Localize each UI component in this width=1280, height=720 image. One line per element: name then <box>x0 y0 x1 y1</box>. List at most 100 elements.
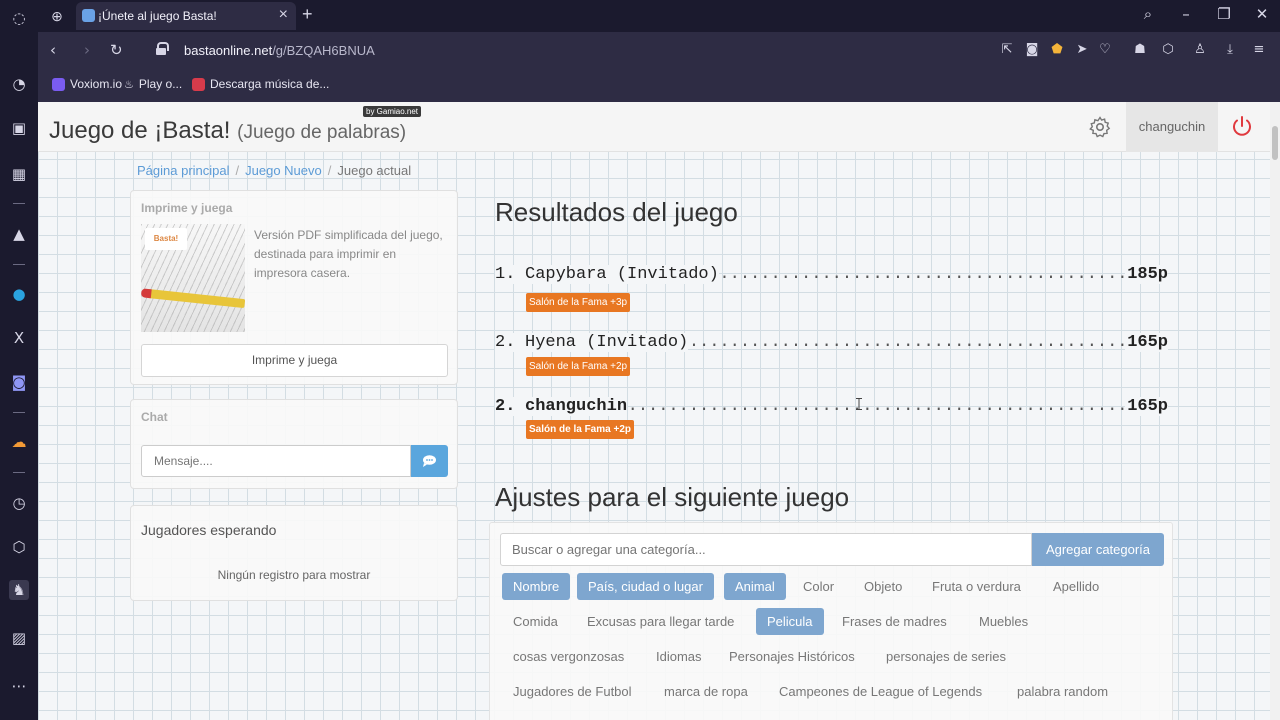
result-line: ........................................… <box>495 265 1168 284</box>
soundcloud-icon[interactable]: ☁ <box>9 432 29 452</box>
category-chip[interactable]: marca de ropa <box>653 678 759 705</box>
page-title[interactable]: Juego de ¡Basta! (Juego de palabras) <box>49 117 406 145</box>
add-category-button[interactable]: Agregar categoría <box>1032 533 1164 566</box>
gear-icon[interactable] <box>1088 115 1112 139</box>
cube-icon[interactable]: ⬡ <box>9 537 29 557</box>
settings-panel: Agregar categoría Nombre País, ciudad o … <box>489 522 1173 720</box>
telegram-icon[interactable]: ● <box>9 284 29 304</box>
share-icon[interactable]: ⇱ <box>998 42 1016 57</box>
category-chip[interactable]: Personajes Históricos <box>718 643 866 670</box>
category-chip[interactable]: palabra random <box>1006 678 1119 705</box>
new-tab-icon[interactable]: + <box>302 4 313 25</box>
category-chip[interactable]: País, ciudad o lugar <box>577 573 714 600</box>
tab-title: ¡Únete al juego Basta! <box>98 9 217 23</box>
extension-icon[interactable]: ▦ <box>9 164 29 184</box>
category-chip[interactable]: Objeto <box>853 573 913 600</box>
waiting-panel: Jugadores esperando Ningún registro para… <box>130 505 458 601</box>
bookmark-play[interactable]: ♨ Play o... <box>124 77 182 91</box>
voxiom-icon <box>52 77 65 91</box>
menu-icon[interactable]: ≡ <box>1250 42 1268 57</box>
category-chip[interactable]: Idiomas <box>645 643 713 670</box>
bookmark-descarga[interactable]: Descarga música de... <box>192 77 329 91</box>
bookmark-label: Descarga música de... <box>210 77 330 91</box>
fame-badge: Salón de la Fama +3p <box>526 293 631 312</box>
gamepad-icon[interactable]: ⊕ <box>46 6 68 26</box>
category-chip[interactable]: Apellido <box>1042 573 1110 600</box>
category-chip[interactable]: Frases de madres <box>831 608 958 635</box>
category-chip[interactable]: Fruta o verdura <box>921 573 1032 600</box>
minimize-icon[interactable]: – <box>1176 5 1196 23</box>
result-name: Hyena (Invitado) <box>525 333 689 352</box>
category-chip[interactable]: cosas vergonzosas <box>502 643 635 670</box>
category-chip[interactable]: Excusas para llegar tarde <box>576 608 745 635</box>
scroll-thumb[interactable] <box>1272 126 1278 160</box>
chat-bubble-icon <box>423 455 436 467</box>
fame-badge: Salón de la Fama +2p <box>526 357 631 376</box>
breadcrumb-new-game[interactable]: Juego Nuevo <box>245 163 322 178</box>
search-tabs-icon[interactable]: ⌕ <box>1138 5 1158 23</box>
chat-panel: Chat <box>130 399 458 489</box>
shield-icon[interactable]: ⬟ <box>1048 42 1066 57</box>
results-title: Resultados del juego <box>495 197 738 227</box>
bag-icon[interactable]: ▣ <box>9 118 29 138</box>
result-rank: 2. <box>495 333 525 352</box>
category-search-input[interactable] <box>500 533 1032 566</box>
page-scrollbar[interactable] <box>1270 102 1280 720</box>
site-header: Juego de ¡Basta! (Juego de palabras) by … <box>38 102 1270 152</box>
aria-icon[interactable]: ▲ <box>9 224 29 244</box>
result-line: ........................................… <box>495 397 1168 416</box>
category-chip[interactable]: Muebles <box>968 608 1039 635</box>
forward-icon[interactable]: › <box>84 41 90 59</box>
print-button[interactable]: Imprime y juega <box>141 344 448 377</box>
bookmark-voxiom[interactable]: Voxiom.io <box>52 77 122 91</box>
address-bar: ‹ › ↻ bastaonline.net/g/BZQAH6BNUA ⇱ ◙ ⬟… <box>38 32 1280 70</box>
category-chip[interactable]: Nombre <box>502 573 571 600</box>
send-button[interactable] <box>411 445 448 477</box>
profile-icon[interactable]: ♙ <box>1191 42 1209 57</box>
x-icon[interactable]: X <box>9 328 29 348</box>
bookmarks-bar: Voxiom.io ♨ Play o... Descarga música de… <box>38 70 1280 102</box>
discord-icon[interactable]: ◙ <box>9 372 29 392</box>
gallery-icon[interactable]: ▨ <box>9 628 29 648</box>
category-chip[interactable]: Animal <box>724 573 786 600</box>
play-icon: ♨ <box>124 78 134 91</box>
restore-icon[interactable]: ❐ <box>1214 5 1234 23</box>
heart-icon[interactable]: ♡ <box>1096 42 1114 57</box>
tab-active[interactable]: ¡Únete al juego Basta! × <box>76 2 296 30</box>
print-thumbnail[interactable]: Basta! <box>141 224 245 332</box>
history-icon[interactable]: ◷ <box>9 493 29 513</box>
category-chip[interactable]: Comida <box>502 608 569 635</box>
download-icon[interactable]: ⤓ <box>1221 42 1239 57</box>
camera-icon[interactable]: ◙ <box>1023 42 1041 57</box>
reload-icon[interactable]: ↻ <box>110 41 123 59</box>
print-heading: Imprime y juega <box>141 201 233 215</box>
by-badge[interactable]: by Gamiao.net <box>363 106 422 117</box>
page: Juego de ¡Basta! (Juego de palabras) by … <box>38 102 1280 720</box>
url-field[interactable]: bastaonline.net/g/BZQAH6BNUA <box>184 43 375 58</box>
settings-title: Ajustes para el siguiente juego <box>495 482 850 512</box>
breadcrumb-home[interactable]: Página principal <box>137 163 230 178</box>
speed-dial-icon[interactable]: ◔ <box>9 74 29 94</box>
print-description: Versión PDF simplificada del juego, dest… <box>254 228 443 280</box>
result-rank: 1. <box>495 265 525 284</box>
tab-bar: ⊕ ¡Únete al juego Basta! × + ⌕ – ❐ ✕ <box>38 0 1280 32</box>
category-chip[interactable]: Campeones de League of Legends <box>768 678 993 705</box>
category-chip[interactable]: personajes de series <box>875 643 1017 670</box>
more-icon[interactable]: ⋯ <box>9 676 29 696</box>
robot-icon[interactable]: ☗ <box>1131 42 1149 57</box>
box-icon[interactable]: ⬡ <box>1159 42 1177 57</box>
url-host: bastaonline.net <box>184 43 273 58</box>
game-icon[interactable]: ♞ <box>9 580 29 600</box>
chat-input[interactable] <box>141 445 411 477</box>
category-chip[interactable]: Jugadores de Futbol <box>502 678 643 705</box>
close-tab-icon[interactable]: × <box>279 6 288 24</box>
username[interactable]: changuchin <box>1126 102 1218 152</box>
category-chip[interactable]: Color <box>792 573 845 600</box>
tab-favicon-icon <box>82 9 95 22</box>
category-chip[interactable]: Pelicula <box>756 608 824 635</box>
power-icon[interactable] <box>1230 115 1254 139</box>
browser-logo-icon[interactable]: ◌ <box>9 8 29 28</box>
close-window-icon[interactable]: ✕ <box>1252 5 1272 23</box>
send-icon[interactable]: ➤ <box>1073 42 1091 57</box>
back-icon[interactable]: ‹ <box>50 41 56 59</box>
